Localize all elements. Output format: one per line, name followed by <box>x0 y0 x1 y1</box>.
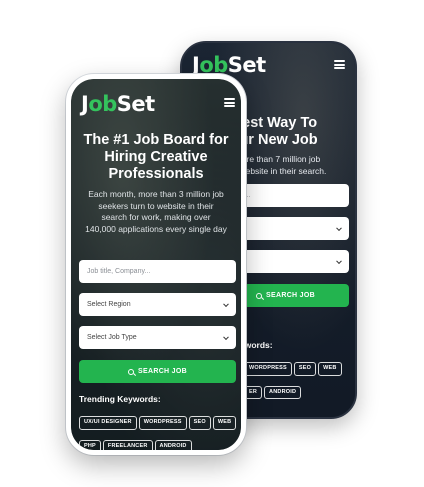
search-job-label: SEARCH JOB <box>266 292 315 299</box>
keyword-tag[interactable]: ANDROID <box>154 439 192 450</box>
search-icon <box>128 368 135 375</box>
front-phone-screen: JobSet The #1 Job Board for Hiring Creat… <box>71 79 241 450</box>
keyword-tag[interactable]: SEO <box>188 416 211 430</box>
chevron-down-icon <box>223 300 229 307</box>
keyword-tag[interactable]: PHP <box>79 439 101 450</box>
front-phone-mockup: JobSet The #1 Job Board for Hiring Creat… <box>66 74 246 455</box>
search-input-placeholder: Job title, Company... <box>87 268 151 275</box>
hamburger-menu-icon[interactable] <box>334 60 345 69</box>
search-icon <box>256 292 263 299</box>
keyword-tag[interactable]: WORDPRESS <box>138 416 187 430</box>
chevron-down-icon <box>336 257 342 264</box>
keyword-tag[interactable]: ER <box>244 385 263 399</box>
keyword-tag[interactable]: UX/UI DESIGNER <box>79 416 137 430</box>
keyword-tag[interactable]: WEB <box>318 362 342 376</box>
chevron-down-icon <box>223 333 229 340</box>
keywords-list: WORDPRESS SEO WEB ER ANDROID <box>244 356 354 403</box>
logo-rest: Set <box>227 53 266 77</box>
region-select-label: Select Region <box>87 301 131 308</box>
hamburger-menu-icon[interactable] <box>224 98 235 107</box>
keyword-tag[interactable]: FREELANCER <box>102 439 153 450</box>
keyword-tag[interactable]: WORDPRESS <box>244 362 292 376</box>
search-job-button[interactable]: SEARCH JOB <box>79 360 236 383</box>
jobtype-select-label: Select Job Type <box>87 334 137 341</box>
hero-subtext: , more than 7 million job to website in … <box>230 154 327 176</box>
hero-subtext: Each month, more than 3 million job seek… <box>85 189 227 234</box>
keyword-tag[interactable]: ANDROID <box>264 385 302 399</box>
logo-rest: Set <box>116 92 155 116</box>
search-job-label: SEARCH JOB <box>138 368 187 375</box>
hero-headline: The #1 Job Board for Hiring Creative Pro… <box>83 132 229 182</box>
jobtype-select[interactable]: Select Job Type <box>79 326 236 349</box>
keyword-tag[interactable]: SEO <box>293 362 317 376</box>
logo-accent: ob <box>88 92 117 116</box>
chevron-down-icon <box>336 224 342 231</box>
keyword-tag[interactable]: WEB <box>212 416 237 430</box>
region-select[interactable]: Select Region <box>79 293 236 316</box>
search-input[interactable]: Job title, Company... <box>79 260 236 283</box>
keywords-title: Trending Keywords: <box>79 394 161 404</box>
keywords-list: UX/UI DESIGNER WORDPRESS SEO WEB PHP FREELANC… <box>79 410 239 450</box>
jobset-logo[interactable]: JobSet <box>81 92 155 116</box>
